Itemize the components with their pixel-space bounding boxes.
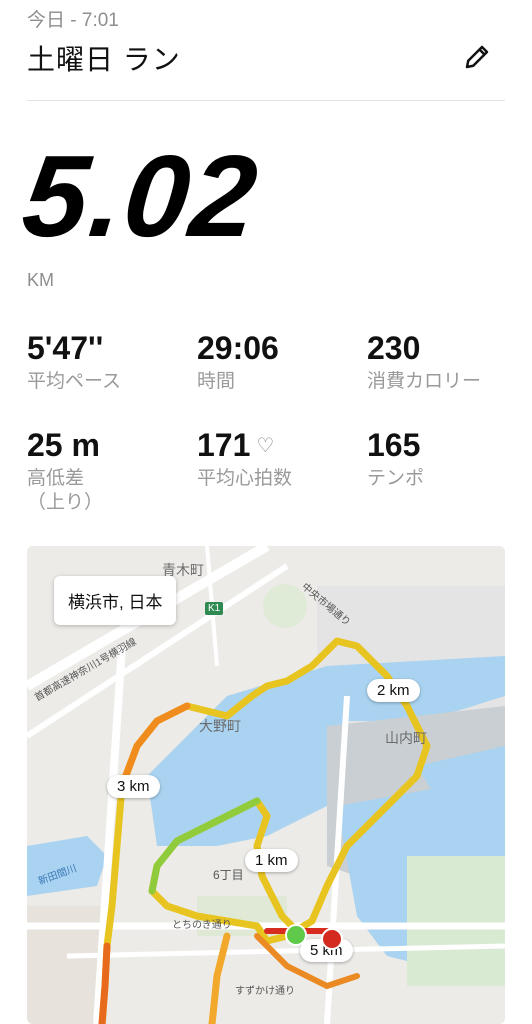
start-marker <box>285 924 307 946</box>
stat-label: 消費カロリー <box>367 371 482 392</box>
route-shield: K1 <box>205 602 224 615</box>
stat-label: 平均心拍数 <box>197 468 293 489</box>
stat-time: 29:06 時間 <box>197 332 279 394</box>
place-label: すずかけ通り <box>235 986 295 997</box>
stat-value: 29:06 <box>197 330 279 366</box>
location-bubble: 横浜市, 日本 <box>54 576 177 625</box>
distance-value: 5.02 <box>17 131 265 261</box>
place-label: 6丁目 <box>213 868 244 882</box>
stat-label: 時間 <box>197 371 236 392</box>
edit-button[interactable] <box>460 40 494 74</box>
stat-value: 230 <box>367 330 421 366</box>
place-label: 青木町 <box>162 562 204 578</box>
end-marker <box>321 928 343 950</box>
pencil-icon <box>465 45 489 69</box>
km-marker-2: 2 km <box>367 679 420 702</box>
route-map[interactable]: 横浜市, 日本 青木町 大野町 山内町 6丁目 新田間川 とちのき通り すずかけ… <box>27 546 505 1024</box>
stat-label: 高低差 （上り） <box>27 468 104 513</box>
stat-calories: 230 消費カロリー <box>367 332 481 394</box>
heart-icon: ♡ <box>256 435 275 457</box>
stat-elevation: 25 m 高低差 （上り） <box>27 429 103 515</box>
stat-pace: 5'47'' 平均ペース <box>27 332 121 394</box>
place-label: 大野町 <box>199 718 241 734</box>
activity-title: 土曜日 ラン <box>27 44 181 75</box>
stat-heart-rate: 171 ♡ 平均心拍数 <box>197 429 292 491</box>
stat-label: テンポ <box>367 468 425 489</box>
km-marker-3: 3 km <box>107 775 160 798</box>
stat-value: 5'47'' <box>27 330 104 366</box>
place-label: とちのき通り <box>172 920 232 931</box>
stat-cadence: 165 テンポ <box>367 429 424 491</box>
stat-value: 25 m <box>27 427 100 463</box>
distance-unit: KM <box>27 270 54 290</box>
header-divider <box>27 100 505 101</box>
place-label: 山内町 <box>385 730 427 746</box>
stat-label: 平均ペース <box>27 371 122 392</box>
stat-value: 171 <box>197 427 251 463</box>
time-label: 今日 - 7:01 <box>27 10 119 31</box>
stat-value: 165 <box>367 427 421 463</box>
km-marker-1: 1 km <box>245 849 298 872</box>
